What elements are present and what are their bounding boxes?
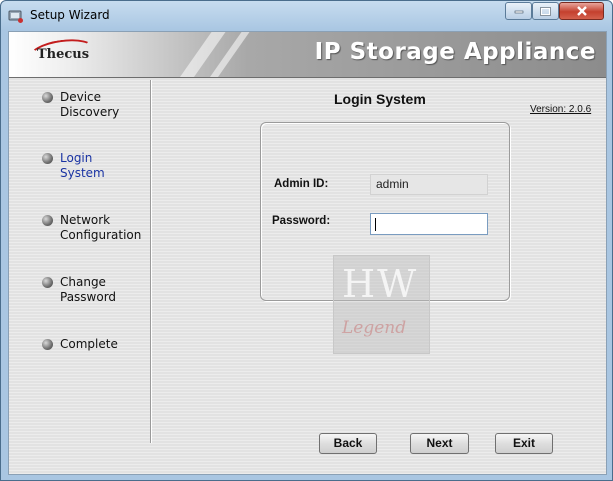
version-link[interactable]: Version: 2.0.6 xyxy=(530,104,591,115)
password-input[interactable] xyxy=(370,213,488,235)
maximize-button[interactable] xyxy=(532,2,559,20)
exit-button[interactable]: Exit xyxy=(495,433,553,454)
admin-id-label: Admin ID: xyxy=(274,178,329,190)
watermark-logo: HW Legend xyxy=(333,255,430,354)
close-icon xyxy=(576,6,587,16)
minimize-button[interactable] xyxy=(505,2,532,20)
wizard-content: Thecus IP Storage Appliance Device Disco… xyxy=(8,31,607,475)
app-icon xyxy=(8,10,23,23)
step-bullet-icon xyxy=(42,153,53,164)
admin-id-field: admin xyxy=(370,174,488,195)
close-button[interactable] xyxy=(559,2,604,20)
text-cursor xyxy=(375,218,376,231)
step-label: Network Configuration xyxy=(60,213,142,242)
step-login-system: Login System xyxy=(42,151,105,181)
step-label: Change Password xyxy=(60,275,117,304)
thecus-logo: Thecus xyxy=(37,47,90,62)
step-bullet-icon xyxy=(42,339,53,350)
maximize-icon xyxy=(540,6,551,16)
minimize-icon xyxy=(514,10,523,14)
step-change-password: Change Password xyxy=(42,275,116,305)
window-title: Setup Wizard xyxy=(30,8,110,22)
password-label: Password: xyxy=(272,215,331,227)
step-bullet-icon xyxy=(42,92,53,103)
setup-wizard-window: Setup Wizard Thecus IP Storage Appliance… xyxy=(0,0,613,481)
step-label: Device Discovery xyxy=(60,90,120,119)
title-bar[interactable]: Setup Wizard xyxy=(1,1,612,31)
page-title: Login System xyxy=(334,91,426,107)
step-label: Login System xyxy=(60,151,105,180)
back-button[interactable]: Back xyxy=(319,433,377,454)
step-complete: Complete xyxy=(42,337,118,352)
banner-title: IP Storage Appliance xyxy=(314,39,596,65)
next-button[interactable]: Next xyxy=(410,433,469,454)
step-network-configuration: Network Configuration xyxy=(42,213,141,243)
watermark-subtext: Legend xyxy=(342,318,407,338)
step-label: Complete xyxy=(60,337,118,351)
watermark-text: HW xyxy=(342,262,419,306)
sidebar-divider xyxy=(150,80,151,443)
banner: Thecus IP Storage Appliance xyxy=(9,32,606,78)
step-bullet-icon xyxy=(42,215,53,226)
step-bullet-icon xyxy=(42,277,53,288)
step-device-discovery: Device Discovery xyxy=(42,90,119,120)
